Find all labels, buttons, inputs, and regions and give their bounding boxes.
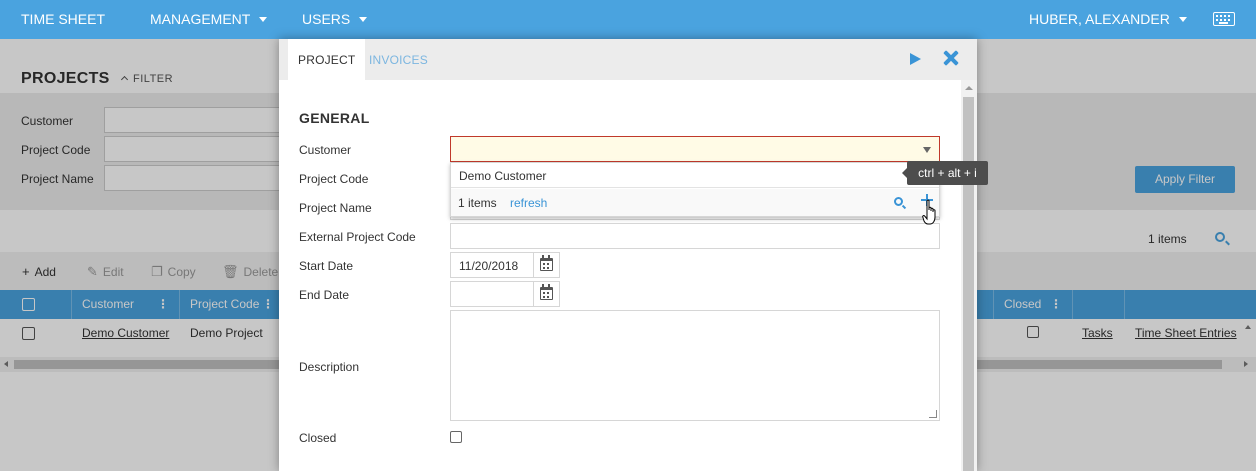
end-date-label: End Date	[299, 288, 350, 302]
project-name-label: Project Name	[299, 201, 372, 215]
customer-combobox[interactable]	[450, 136, 940, 162]
dialog-vertical-scrollbar[interactable]	[961, 80, 977, 471]
calendar-icon	[540, 284, 553, 300]
resize-grip-icon[interactable]	[929, 410, 937, 418]
nav-time-sheet[interactable]: TIME SHEET	[21, 0, 105, 39]
nav-users[interactable]: USERS	[302, 0, 368, 39]
closed-checkbox[interactable]	[450, 431, 462, 443]
dropdown-item-count: 1 items	[458, 196, 497, 210]
external-project-code-label: External Project Code	[299, 230, 416, 244]
tab-project[interactable]: PROJECT	[288, 39, 366, 80]
project-dialog: PROJECT INVOICES GENERAL Customer Projec…	[279, 39, 977, 471]
chevron-down-icon	[359, 17, 368, 22]
start-date-value: 11/20/2018	[459, 259, 519, 273]
customer-dropdown-list: Demo Customer 1 items refresh	[450, 162, 940, 217]
description-label: Description	[299, 360, 360, 374]
close-icon[interactable]	[943, 50, 959, 66]
option-label: Demo Customer	[459, 169, 547, 183]
nav-time-sheet-label: TIME SHEET	[21, 11, 106, 27]
add-shortcut-tooltip: ctrl + alt + i	[902, 161, 988, 185]
section-title-general: GENERAL	[299, 110, 370, 126]
project-code-label: Project Code	[299, 172, 369, 186]
refresh-link[interactable]: refresh	[510, 196, 547, 210]
hand-cursor-icon	[922, 199, 936, 225]
nav-management[interactable]: MANAGEMENT	[150, 0, 268, 39]
description-textarea[interactable]	[450, 310, 940, 421]
nav-users-label: USERS	[302, 11, 351, 27]
customer-label: Customer	[299, 143, 352, 157]
user-name-label: HUBER, ALEXANDER	[1029, 11, 1170, 27]
chevron-down-icon[interactable]	[923, 147, 931, 153]
keyboard-icon[interactable]	[1213, 12, 1235, 26]
start-date-calendar-button[interactable]	[533, 253, 559, 277]
dropdown-footer: 1 items refresh	[451, 189, 939, 216]
closed-label: Closed	[299, 431, 337, 445]
start-date-label: Start Date	[299, 259, 354, 273]
chevron-down-icon	[259, 17, 268, 22]
start-date-picker[interactable]: 11/20/2018	[450, 252, 560, 278]
search-icon[interactable]	[894, 197, 903, 206]
dialog-tab-bar: PROJECT INVOICES	[279, 39, 977, 80]
chevron-down-icon	[1178, 17, 1187, 22]
nav-management-label: MANAGEMENT	[150, 11, 251, 27]
scrollbar-thumb[interactable]	[963, 97, 974, 471]
scroll-up-icon[interactable]	[965, 86, 973, 90]
calendar-icon	[540, 255, 553, 271]
top-navigation-bar: TIME SHEET MANAGEMENT USERS HUBER, ALEXA…	[0, 0, 1256, 39]
external-project-code-input[interactable]	[450, 223, 940, 249]
user-menu[interactable]: HUBER, ALEXANDER	[1029, 0, 1187, 39]
end-date-picker[interactable]	[450, 281, 560, 307]
end-date-calendar-button[interactable]	[533, 282, 559, 306]
tab-invoices[interactable]: INVOICES	[359, 39, 438, 80]
list-item[interactable]: Demo Customer	[451, 163, 939, 188]
play-icon[interactable]	[910, 53, 921, 65]
